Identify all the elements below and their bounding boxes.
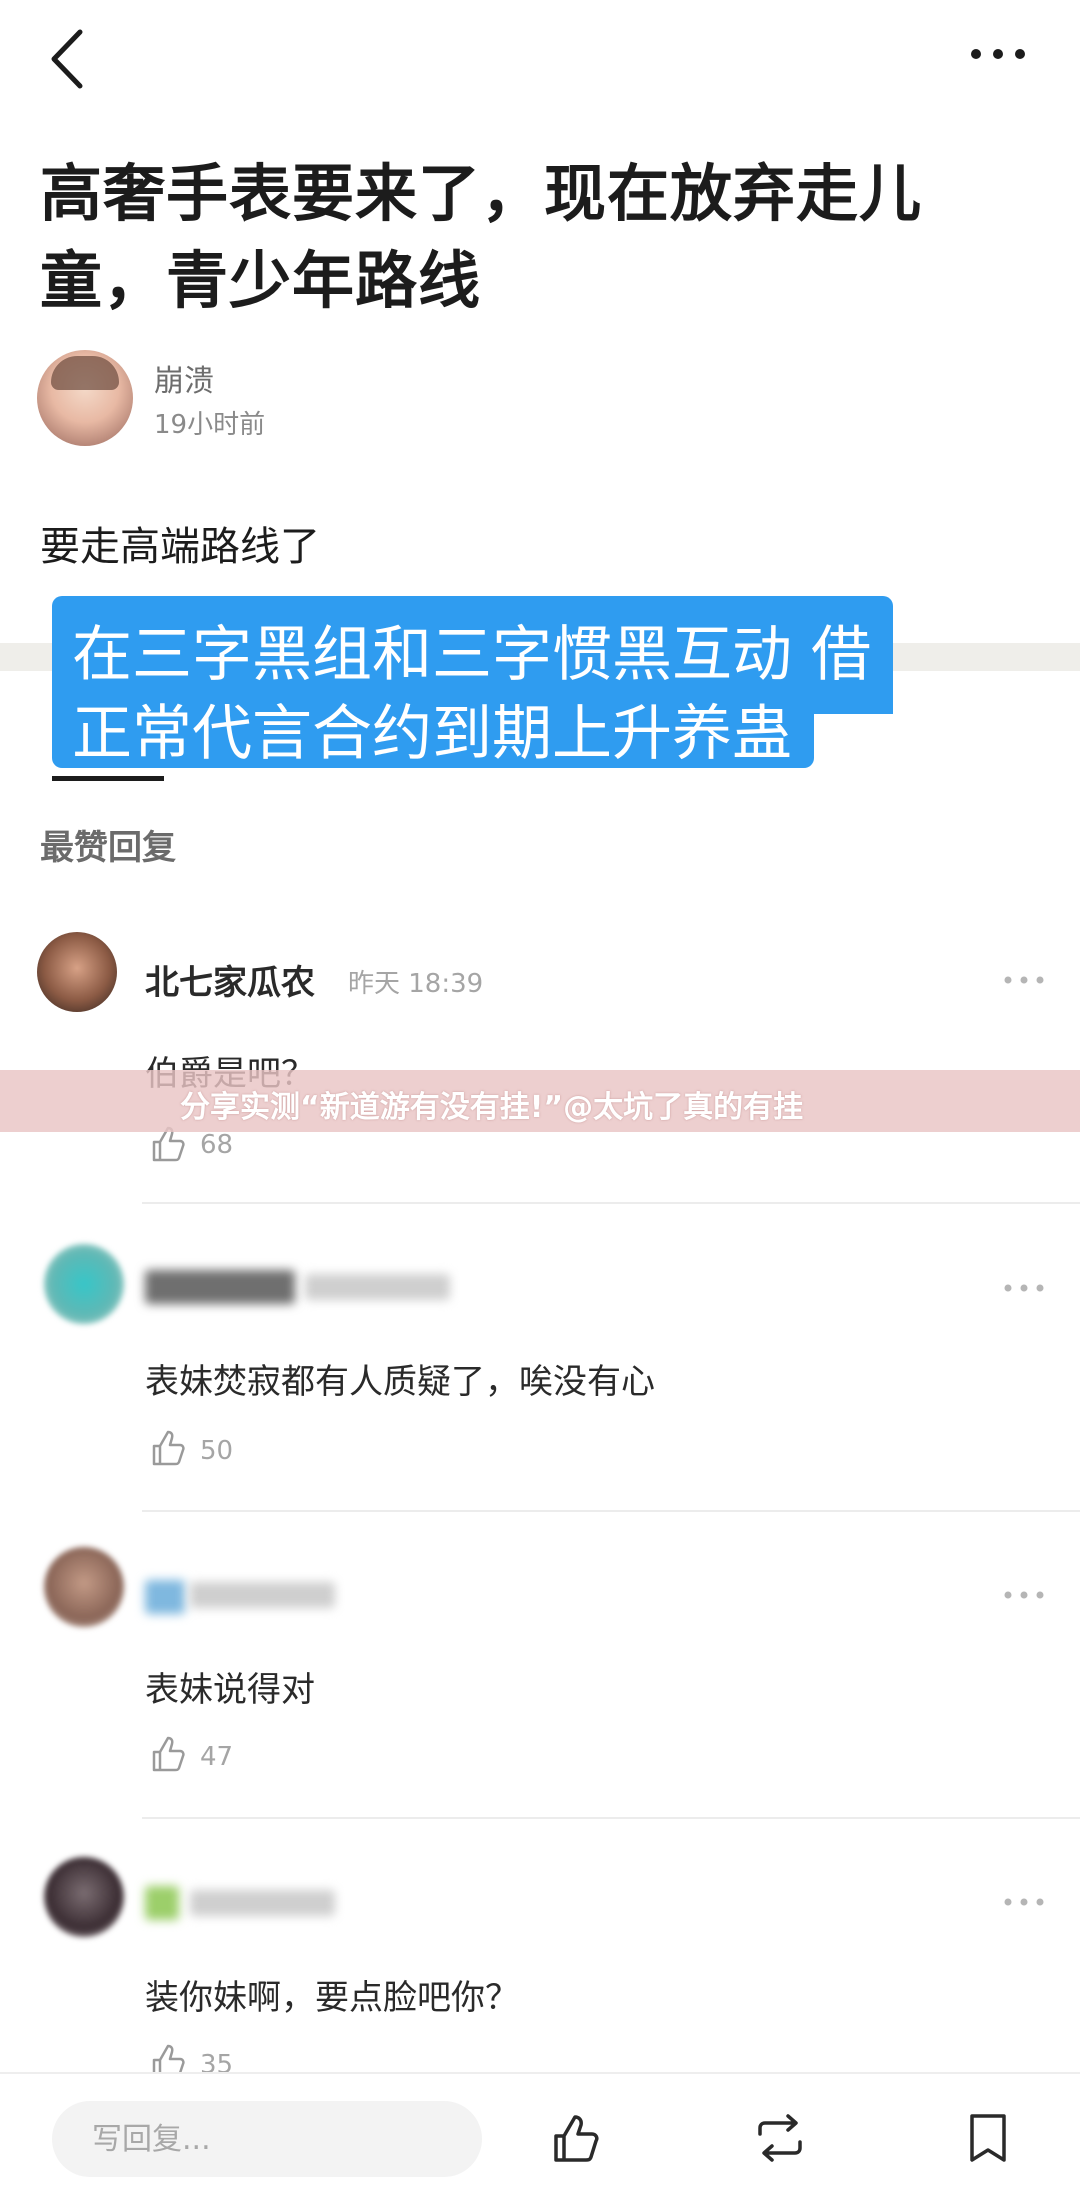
comment-more-icon[interactable] bbox=[1002, 1894, 1046, 1910]
comment-date: 昨天 18:39 bbox=[348, 969, 484, 999]
post-title: 高奢手表要来了，现在放弃走儿 童，青少年路线 bbox=[40, 150, 990, 324]
comment-text: 表妹说得对 bbox=[145, 1670, 315, 1710]
comment-avatar[interactable] bbox=[37, 932, 117, 1012]
back-arrow-icon bbox=[51, 29, 83, 89]
like-count: 68 bbox=[200, 1130, 234, 1160]
promo-banner-text: 分享实测“新道游有没有挂!”@太坑了真的有挂 bbox=[180, 1090, 804, 1125]
comment-divider bbox=[142, 1202, 1080, 1204]
blurred-author-name[interactable] bbox=[145, 1270, 295, 1304]
thumbs-up-icon[interactable] bbox=[148, 1734, 188, 1774]
comment-avatar[interactable] bbox=[44, 1244, 124, 1324]
like-count: 47 bbox=[200, 1742, 234, 1772]
thumbs-up-icon[interactable] bbox=[548, 2110, 604, 2166]
comment-more-icon[interactable] bbox=[1002, 1587, 1046, 1603]
comment-divider bbox=[142, 1510, 1080, 1512]
top-replies-header: 最赞回复 bbox=[40, 828, 176, 868]
reply-input[interactable] bbox=[52, 2101, 482, 2177]
blurred-comment-date bbox=[305, 1274, 450, 1300]
comment-text: 表妹焚寂都有人质疑了，唉没有心 bbox=[145, 1362, 655, 1402]
overlay-caption-line-2: 正常代言合约到期上升养蛊 bbox=[52, 700, 814, 768]
overlay-caption-line-1: 在三字黑组和三字惯黑互动 借 bbox=[52, 596, 894, 714]
comment-more-icon[interactable] bbox=[1002, 972, 1046, 988]
blurred-author-name[interactable] bbox=[145, 1580, 185, 1614]
like-count: 50 bbox=[200, 1436, 234, 1466]
comment-text: 装你妹啊，要点脸吧你？ bbox=[145, 1978, 519, 2018]
bookmark-icon[interactable] bbox=[960, 2110, 1016, 2166]
post-time: 19小时前 bbox=[154, 410, 266, 440]
repost-icon[interactable] bbox=[752, 2110, 808, 2166]
comment-author-name[interactable]: 北七家瓜农 bbox=[145, 955, 315, 1004]
more-options-button[interactable] bbox=[968, 34, 1028, 74]
post-title-line-1: 高奢手表要来了，现在放弃走儿 bbox=[40, 157, 923, 230]
tab-active-indicator bbox=[52, 776, 164, 781]
author-avatar[interactable] bbox=[37, 350, 133, 446]
comment-avatar[interactable] bbox=[44, 1857, 124, 1937]
blurred-author-name[interactable] bbox=[145, 1886, 179, 1920]
comment-more-icon[interactable] bbox=[1002, 1280, 1046, 1296]
blurred-comment-date bbox=[190, 1890, 335, 1916]
comment-avatar[interactable] bbox=[44, 1547, 124, 1627]
blurred-comment-date bbox=[190, 1582, 335, 1608]
author-name[interactable]: 崩溃 bbox=[154, 356, 214, 400]
thumbs-up-icon[interactable] bbox=[148, 1428, 188, 1468]
comment-divider bbox=[142, 1817, 1080, 1819]
post-body: 要走高端路线了 bbox=[40, 524, 320, 570]
back-button[interactable] bbox=[40, 24, 100, 94]
more-dots-icon bbox=[971, 49, 1025, 59]
post-title-line-2: 童，青少年路线 bbox=[40, 244, 482, 317]
